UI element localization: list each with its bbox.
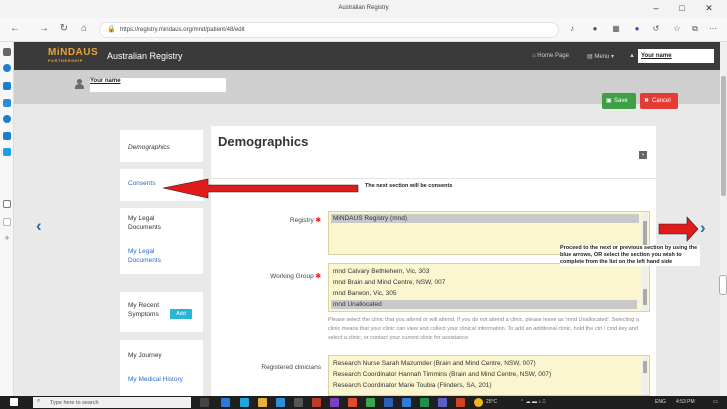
word-icon[interactable] — [402, 398, 411, 407]
red-arrow-right-icon — [658, 216, 699, 242]
windows-start-icon[interactable] — [10, 398, 18, 406]
teams-icon[interactable] — [438, 398, 447, 407]
taskbar-app-icon[interactable] — [348, 398, 357, 407]
weather-temperature[interactable]: 25°C — [486, 399, 497, 405]
red-arrow-left-icon — [162, 178, 359, 199]
powerpoint-icon[interactable] — [456, 398, 465, 407]
task-view-icon[interactable] — [200, 398, 209, 407]
taskbar-app-icon[interactable] — [221, 398, 230, 407]
search-placeholder: Type here to search — [50, 400, 99, 406]
outlook-icon[interactable] — [384, 398, 393, 407]
taskbar-app-icon[interactable] — [312, 398, 321, 407]
excel-icon[interactable] — [420, 398, 429, 407]
file-explorer-icon[interactable] — [258, 398, 267, 407]
next-section-chevron-icon[interactable]: › — [700, 218, 706, 238]
search-icon: ⌕ — [37, 398, 41, 404]
edge-icon[interactable] — [240, 398, 249, 407]
tray-icons[interactable]: ⌃ ☁ ▬ ♪ ⎍ — [520, 399, 546, 405]
weather-icon[interactable] — [474, 398, 483, 407]
page-scrollbar[interactable] — [720, 42, 727, 396]
taskbar-app-icon[interactable] — [294, 398, 303, 407]
language-indicator[interactable]: ENG — [655, 399, 666, 405]
taskbar-app-icon[interactable] — [366, 398, 375, 407]
store-icon[interactable] — [276, 398, 285, 407]
page-scroll-thumb[interactable] — [721, 76, 726, 196]
notifications-icon[interactable]: ▭ — [713, 399, 718, 405]
taskbar-search[interactable]: ⌕ Type here to search — [33, 397, 191, 408]
taskbar-app-icon[interactable] — [330, 398, 339, 407]
annotation-arrows — [162, 178, 699, 242]
windows-taskbar: ⌕ Type here to search 25°C ⌃ ☁ ▬ ♪ ⎍ ENG… — [0, 396, 727, 409]
clock-time[interactable]: 4:53 PM — [676, 399, 695, 405]
previous-section-chevron-icon[interactable]: ‹ — [36, 216, 42, 236]
floating-widget-icon[interactable] — [719, 275, 727, 295]
